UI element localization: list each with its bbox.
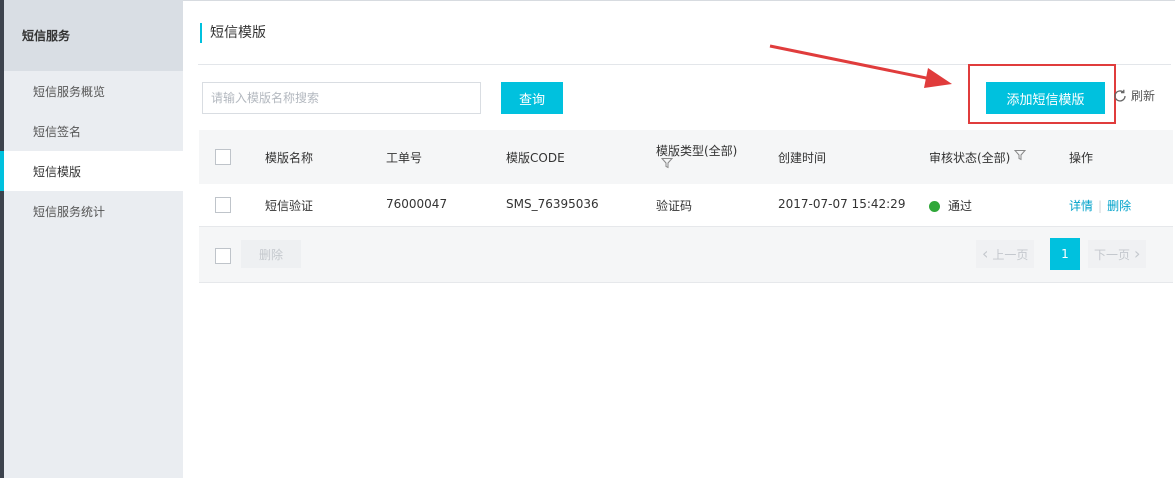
sidebar-header: 短信服务: [4, 0, 183, 71]
col-code: 模版CODE: [506, 151, 565, 165]
col-created: 创建时间: [778, 151, 827, 165]
sidebar-item-template[interactable]: 短信模版: [0, 151, 183, 191]
delete-link[interactable]: 删除: [1107, 199, 1131, 213]
cell-type: 验证码: [656, 199, 693, 213]
next-page-label: 下一页: [1094, 247, 1131, 262]
template-table: 模版名称 工单号 模版CODE 模版类型(全部) 创建时间 审核状态(全部) 操…: [199, 130, 1173, 283]
prev-page-button[interactable]: ‹ 上一页: [976, 240, 1035, 268]
cell-ticket: 76000047: [386, 197, 448, 211]
row-checkbox[interactable]: [215, 197, 231, 213]
cell-name: 短信验证: [265, 199, 314, 213]
action-separator: |: [1098, 199, 1103, 213]
cell-status: 通过: [929, 197, 972, 214]
cell-created: 2017-07-07 15:42:29: [778, 197, 906, 211]
next-page-button[interactable]: 下一页 ›: [1088, 240, 1147, 268]
refresh-button[interactable]: 刷新: [1112, 87, 1155, 104]
query-button[interactable]: 查询: [501, 82, 563, 114]
status-dot-icon: [929, 201, 940, 212]
page-number-button[interactable]: 1: [1050, 238, 1080, 270]
chevron-right-icon: ›: [1134, 244, 1141, 263]
col-status[interactable]: 审核状态(全部): [929, 149, 1010, 166]
sidebar: 短信服务 短信服务概览 短信签名 短信模版 短信服务统计: [0, 0, 183, 478]
page-title: 短信模版: [200, 23, 266, 43]
sidebar-item-signature[interactable]: 短信签名: [4, 111, 183, 151]
refresh-icon: [1114, 89, 1126, 102]
table-footer: 删除 ‹ 上一页 1 下一页 ›: [199, 227, 1173, 283]
table-row: 短信验证 76000047 SMS_76395036 验证码 2017-07-0…: [199, 184, 1173, 227]
sidebar-item-label: 短信模版: [33, 164, 82, 179]
top-border: [183, 0, 1175, 1]
refresh-label: 刷新: [1131, 89, 1156, 103]
col-name: 模版名称: [265, 151, 314, 165]
chevron-left-icon: ‹: [982, 244, 989, 263]
annotation-arrow: [769, 44, 952, 88]
search-input[interactable]: [202, 82, 481, 114]
cell-actions: 详情 | 删除: [1069, 197, 1131, 214]
select-all-checkbox[interactable]: [215, 149, 231, 165]
app-window: 短信服务 短信服务概览 短信签名 短信模版 短信服务统计 短信模版 查询 添加短…: [0, 0, 1175, 478]
sidebar-item-label: 短信服务统计: [33, 204, 106, 219]
col-actions: 操作: [1069, 151, 1094, 165]
sidebar-item-overview[interactable]: 短信服务概览: [4, 71, 183, 111]
table-header: 模版名称 工单号 模版CODE 模版类型(全部) 创建时间 审核状态(全部) 操…: [199, 130, 1173, 184]
cell-code: SMS_76395036: [506, 197, 599, 211]
sidebar-item-label: 短信服务概览: [33, 84, 106, 99]
main-content: 短信模版 查询 添加短信模版 刷新 模版名称 工单号 模版CODE 模版类型(全…: [183, 0, 1175, 478]
filter-icon[interactable]: [1014, 149, 1026, 161]
filter-icon[interactable]: [661, 157, 673, 169]
batch-delete-button[interactable]: 删除: [241, 240, 301, 268]
status-label: 通过: [948, 199, 973, 213]
sidebar-item-label: 短信签名: [33, 124, 82, 139]
footer-select-all-checkbox[interactable]: [215, 248, 231, 264]
sidebar-item-statistics[interactable]: 短信服务统计: [4, 191, 183, 231]
col-ticket: 工单号: [386, 151, 423, 165]
add-template-button[interactable]: 添加短信模版: [986, 82, 1105, 114]
detail-link[interactable]: 详情: [1069, 199, 1093, 213]
prev-page-label: 上一页: [992, 247, 1029, 262]
